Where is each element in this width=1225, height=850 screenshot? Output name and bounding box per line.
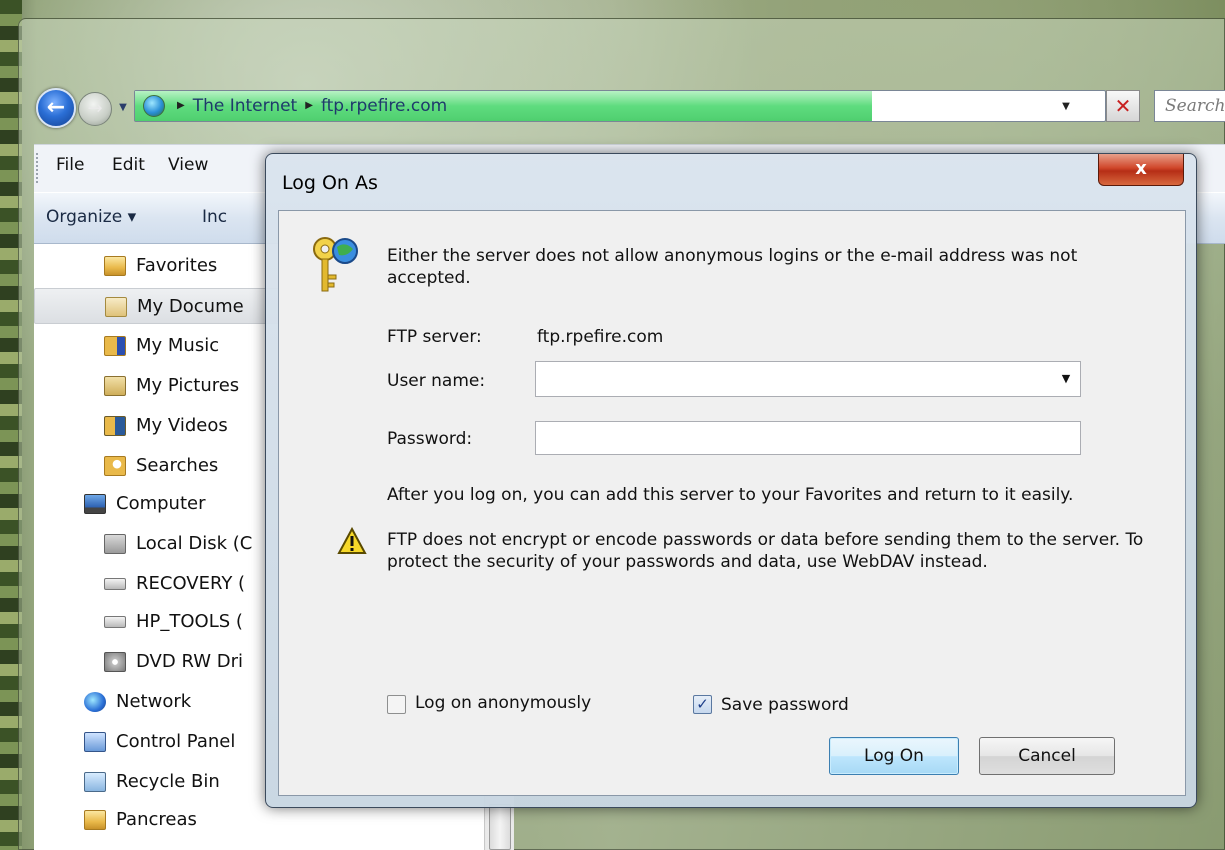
cancel-button[interactable]: Cancel: [979, 737, 1115, 775]
security-warning: FTP does not encrypt or encode passwords…: [387, 530, 1144, 572]
music-folder-icon: [104, 336, 126, 356]
ftp-server-value: ftp.rpefire.com: [537, 327, 664, 347]
back-button[interactable]: ←: [36, 88, 76, 128]
search-input[interactable]: Search: [1154, 90, 1225, 122]
username-combobox[interactable]: ▼: [535, 361, 1081, 397]
tree-item[interactable]: Control Panel: [84, 724, 235, 760]
tree-item[interactable]: Local Disk (C: [104, 526, 252, 562]
ftp-server-label: FTP server:: [387, 327, 482, 347]
scrollbar-thumb[interactable]: [489, 804, 511, 850]
control-panel-icon: [84, 732, 106, 752]
breadcrumb-separator-icon: ▶: [177, 100, 185, 111]
tree-item[interactable]: My Videos: [104, 408, 228, 444]
menu-file[interactable]: File: [56, 155, 84, 175]
tree-item[interactable]: Searches: [104, 448, 218, 484]
tree-item[interactable]: My Music: [104, 328, 219, 364]
forward-button[interactable]: →: [78, 92, 112, 126]
favorites-note: After you log on, you can add this serve…: [387, 485, 1074, 505]
pictures-folder-icon: [104, 376, 126, 396]
dialog-body: Either the server does not allow anonymo…: [278, 210, 1186, 796]
history-dropdown-icon[interactable]: ▼: [116, 100, 130, 116]
breadcrumb: ▶ The Internet ▶ ftp.rpefire.com: [143, 91, 447, 121]
tree-item[interactable]: Recycle Bin: [84, 764, 220, 800]
command-button-partial[interactable]: Inc: [202, 207, 227, 227]
tree-item[interactable]: My Pictures: [104, 368, 239, 404]
username-label: User name:: [387, 371, 486, 391]
breadcrumb-item-server[interactable]: ftp.rpefire.com: [321, 96, 447, 116]
tree-item[interactable]: Network: [84, 684, 191, 720]
menu-grip: [36, 153, 40, 183]
recycle-bin-icon: [84, 772, 106, 792]
close-button[interactable]: x: [1098, 154, 1184, 186]
favorites-folder-icon: [104, 256, 126, 276]
drive-icon: [104, 616, 126, 628]
warning-icon: [337, 527, 367, 554]
tree-item[interactable]: Pancreas: [84, 802, 197, 838]
dialog-title: Log On As: [282, 172, 378, 194]
address-dropdown-icon[interactable]: ▼: [1057, 95, 1075, 119]
network-icon: [84, 692, 106, 712]
logon-button[interactable]: Log On: [829, 737, 959, 775]
anonymous-checkbox[interactable]: [387, 695, 406, 714]
tree-item[interactable]: Favorites: [104, 248, 217, 284]
logon-dialog: Log On As x Either the server does not a…: [265, 153, 1197, 808]
tree-item[interactable]: DVD RW Dri: [104, 644, 243, 680]
searches-folder-icon: [104, 456, 126, 476]
menu-view[interactable]: View: [168, 155, 208, 175]
address-bar[interactable]: ▶ The Internet ▶ ftp.rpefire.com ▼: [134, 90, 1106, 122]
tree-item[interactable]: HP_TOOLS (: [104, 604, 243, 640]
menu-edit[interactable]: Edit: [112, 155, 145, 175]
local-disk-icon: [104, 534, 126, 554]
stop-button[interactable]: ✕: [1106, 90, 1140, 122]
internet-globe-icon: [143, 95, 165, 117]
computer-icon: [84, 494, 106, 514]
anonymous-label[interactable]: Log on anonymously: [415, 693, 591, 713]
tree-item[interactable]: Computer: [84, 486, 205, 522]
breadcrumb-item-internet[interactable]: The Internet: [193, 96, 298, 116]
password-label: Password:: [387, 429, 473, 449]
organize-button[interactable]: Organize ▾: [46, 207, 136, 227]
dvd-drive-icon: [104, 652, 126, 672]
password-field[interactable]: [535, 421, 1081, 455]
documents-folder-icon: [105, 297, 127, 317]
save-password-checkbox[interactable]: ✓: [693, 695, 712, 714]
keys-icon: [313, 237, 358, 292]
folder-icon: [84, 810, 106, 830]
error-message: Either the server does not allow anonymo…: [387, 246, 1078, 288]
breadcrumb-separator-icon: ▶: [305, 100, 313, 111]
videos-folder-icon: [104, 416, 126, 436]
tree-item[interactable]: RECOVERY (: [104, 566, 245, 602]
chevron-down-icon[interactable]: ▼: [1058, 362, 1074, 396]
navigation-bar: ← → ▼ ▶ The Internet ▶ ftp.rpefire.com ▼ ✕ …: [36, 88, 1225, 130]
drive-icon: [104, 578, 126, 590]
save-password-label[interactable]: Save password: [721, 695, 849, 715]
